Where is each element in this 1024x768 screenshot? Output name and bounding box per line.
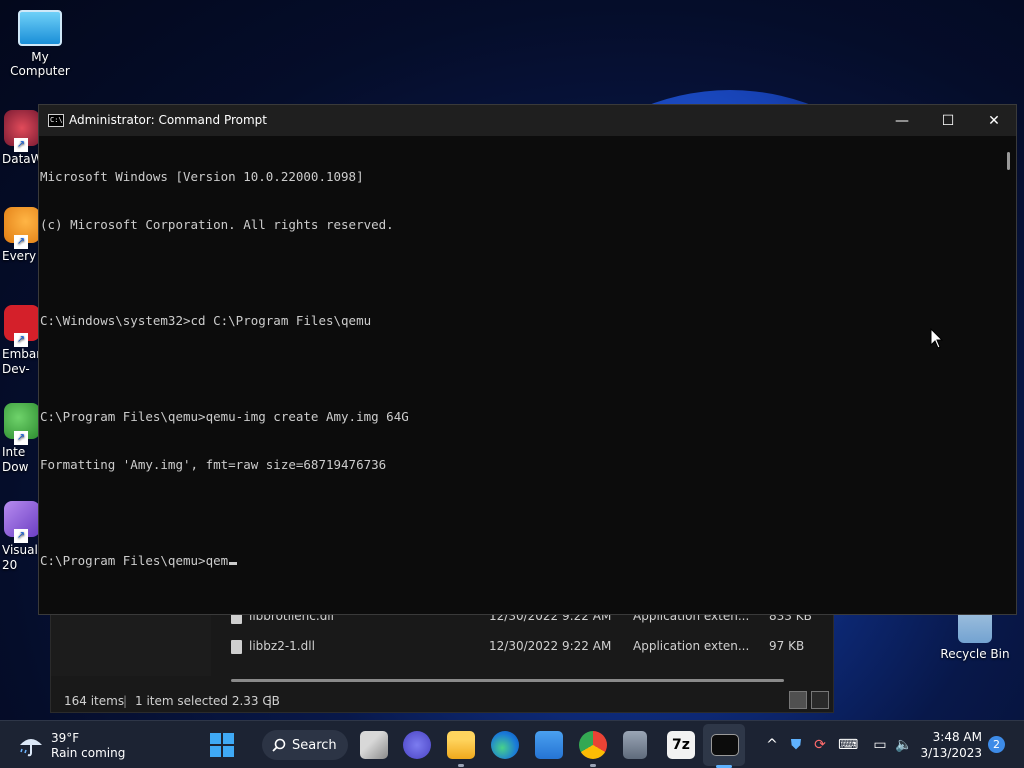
desktop-icon-my-computer[interactable]: My Computer	[0, 10, 80, 78]
rain-umbrella-icon	[20, 739, 42, 757]
security-shield-icon[interactable]: ⛊	[786, 735, 806, 755]
shortcut-arrow-icon: ↗	[14, 138, 28, 152]
microsoft-store-icon[interactable]	[535, 731, 563, 759]
running-indicator	[458, 764, 464, 767]
desktop-icon-label: Embar Dev-	[2, 347, 40, 376]
command-prompt-window[interactable]: C:\ Administrator: Command Prompt — ☐ ✕ …	[38, 104, 1017, 615]
desktop-icon-internet-download[interactable]: ↗ Inte Dow	[0, 403, 40, 475]
command-prompt-taskbar-icon[interactable]	[711, 734, 739, 756]
notification-badge[interactable]: 2	[988, 736, 1005, 753]
desktop-icon-label: My Computer	[10, 50, 70, 78]
text-cursor	[229, 562, 238, 565]
large-icons-view-button[interactable]	[811, 691, 829, 709]
window-title: Administrator: Command Prompt	[69, 113, 267, 127]
file-row[interactable]: libbz2-1.dll 12/30/2022 9:22 AM Applicat…	[231, 639, 821, 659]
console-input-line[interactable]: C:\Program Files\qemu>qem	[40, 553, 1000, 569]
shortcut-arrow-icon: ↗	[14, 529, 28, 543]
embarcadero-icon: ↗	[4, 305, 40, 347]
windows-start-button[interactable]	[210, 733, 234, 757]
volume-icon[interactable]: 🔈	[894, 735, 914, 755]
desktop-icon-datawarrior[interactable]: ↗ DataW	[0, 110, 40, 167]
file-explorer-icon[interactable]	[447, 731, 475, 759]
desktop-icon-label: DataW	[2, 152, 40, 166]
chevron-up-icon[interactable]: ^	[762, 735, 782, 755]
desktop-icon-everything[interactable]: ↗ Every	[0, 207, 40, 264]
shortcut-arrow-icon: ↗	[14, 333, 28, 347]
console-output[interactable]: Microsoft Windows [Version 10.0.22000.10…	[40, 136, 1000, 614]
file-date: 12/30/2022 9:22 AM	[489, 639, 612, 653]
keyboard-icon[interactable]: ⌨	[838, 735, 858, 755]
console-line: Formatting 'Amy.img', fmt=raw size=68719…	[40, 457, 387, 472]
file-explorer-window[interactable]: libbrotlienc.dll 12/30/2022 9:22 AM Appl…	[50, 600, 834, 713]
horizontal-scrollbar[interactable]	[231, 679, 784, 682]
console-line: C:\Windows\system32>cd C:\Program Files\…	[40, 313, 372, 328]
sevenzip-icon[interactable]: 7z	[667, 731, 695, 759]
system-clock[interactable]: 3:48 AM 3/13/2023	[918, 729, 982, 761]
maximize-button[interactable]: ☐	[925, 105, 971, 136]
file-type: Application exten...	[633, 639, 750, 653]
mouse-pointer-icon	[930, 328, 944, 349]
console-prompt-text: C:\Program Files\qemu>qem	[40, 553, 229, 568]
desktop-icon-label: Visual 20	[2, 543, 38, 572]
clock-time: 3:48 AM	[932, 730, 982, 744]
datawarrior-icon: ↗	[4, 110, 40, 152]
desktop-icon-label: Every	[2, 249, 37, 263]
taskbar: 39°F Rain coming Search 7z ^ ⛊ ⟳ ⌨ ▭ 🔈 3…	[0, 720, 1024, 768]
task-view-icon[interactable]	[360, 731, 388, 759]
chrome-browser-icon[interactable]	[579, 731, 607, 759]
search-label: Search	[292, 737, 337, 753]
file-size: 97 KB	[769, 639, 805, 653]
desktop-icon-embarcadero[interactable]: ↗ Embar Dev-	[0, 305, 40, 377]
minimize-button[interactable]: —	[879, 105, 925, 136]
console-line: Microsoft Windows [Version 10.0.22000.10…	[40, 169, 364, 184]
desktop-icon-visual-studio[interactable]: ↗ Visual 20	[0, 501, 40, 573]
taskbar-search-button[interactable]: Search	[262, 730, 348, 760]
clock-date: 3/13/2023	[920, 746, 982, 760]
edge-browser-icon[interactable]	[491, 731, 519, 759]
selection-info: 1 item selected 2.33 GB	[135, 694, 280, 708]
search-icon	[272, 738, 286, 752]
download-manager-icon: ↗	[4, 403, 40, 445]
calculator-icon[interactable]	[623, 731, 647, 759]
item-count: 164 items	[64, 694, 125, 708]
file-name: libbz2-1.dll	[249, 639, 315, 653]
close-icon: ✕	[988, 112, 1000, 129]
console-line: (c) Microsoft Corporation. All rights re…	[40, 217, 394, 232]
weather-temperature: 39°F	[51, 731, 80, 745]
close-button[interactable]: ✕	[971, 105, 1017, 136]
everything-search-icon: ↗	[4, 207, 40, 249]
visual-studio-icon: ↗	[4, 501, 40, 543]
console-line: C:\Program Files\qemu>qemu-img create Am…	[40, 409, 409, 424]
desktop-icon-label: Recycle Bin	[940, 647, 1010, 661]
shortcut-arrow-icon: ↗	[14, 431, 28, 445]
desktop-icon-label: Inte Dow	[2, 445, 29, 474]
command-prompt-icon: C:\	[48, 114, 64, 127]
teams-chat-icon[interactable]	[403, 731, 431, 759]
minimize-icon: —	[895, 112, 909, 129]
dll-file-icon	[231, 640, 242, 654]
title-bar[interactable]: C:\ Administrator: Command Prompt — ☐ ✕	[39, 105, 1016, 136]
weather-condition: Rain coming	[51, 746, 126, 760]
vertical-scrollbar-thumb[interactable]	[1007, 152, 1010, 170]
status-bar: 164 items | 1 item selected 2.33 GB |	[64, 694, 280, 708]
sync-icon[interactable]: ⟳	[810, 735, 830, 755]
maximize-icon: ☐	[941, 112, 955, 129]
shortcut-arrow-icon: ↗	[14, 235, 28, 249]
monitor-icon	[18, 10, 62, 46]
network-icon[interactable]: ▭	[870, 735, 890, 755]
running-indicator	[590, 764, 596, 767]
details-view-button[interactable]	[789, 691, 807, 709]
